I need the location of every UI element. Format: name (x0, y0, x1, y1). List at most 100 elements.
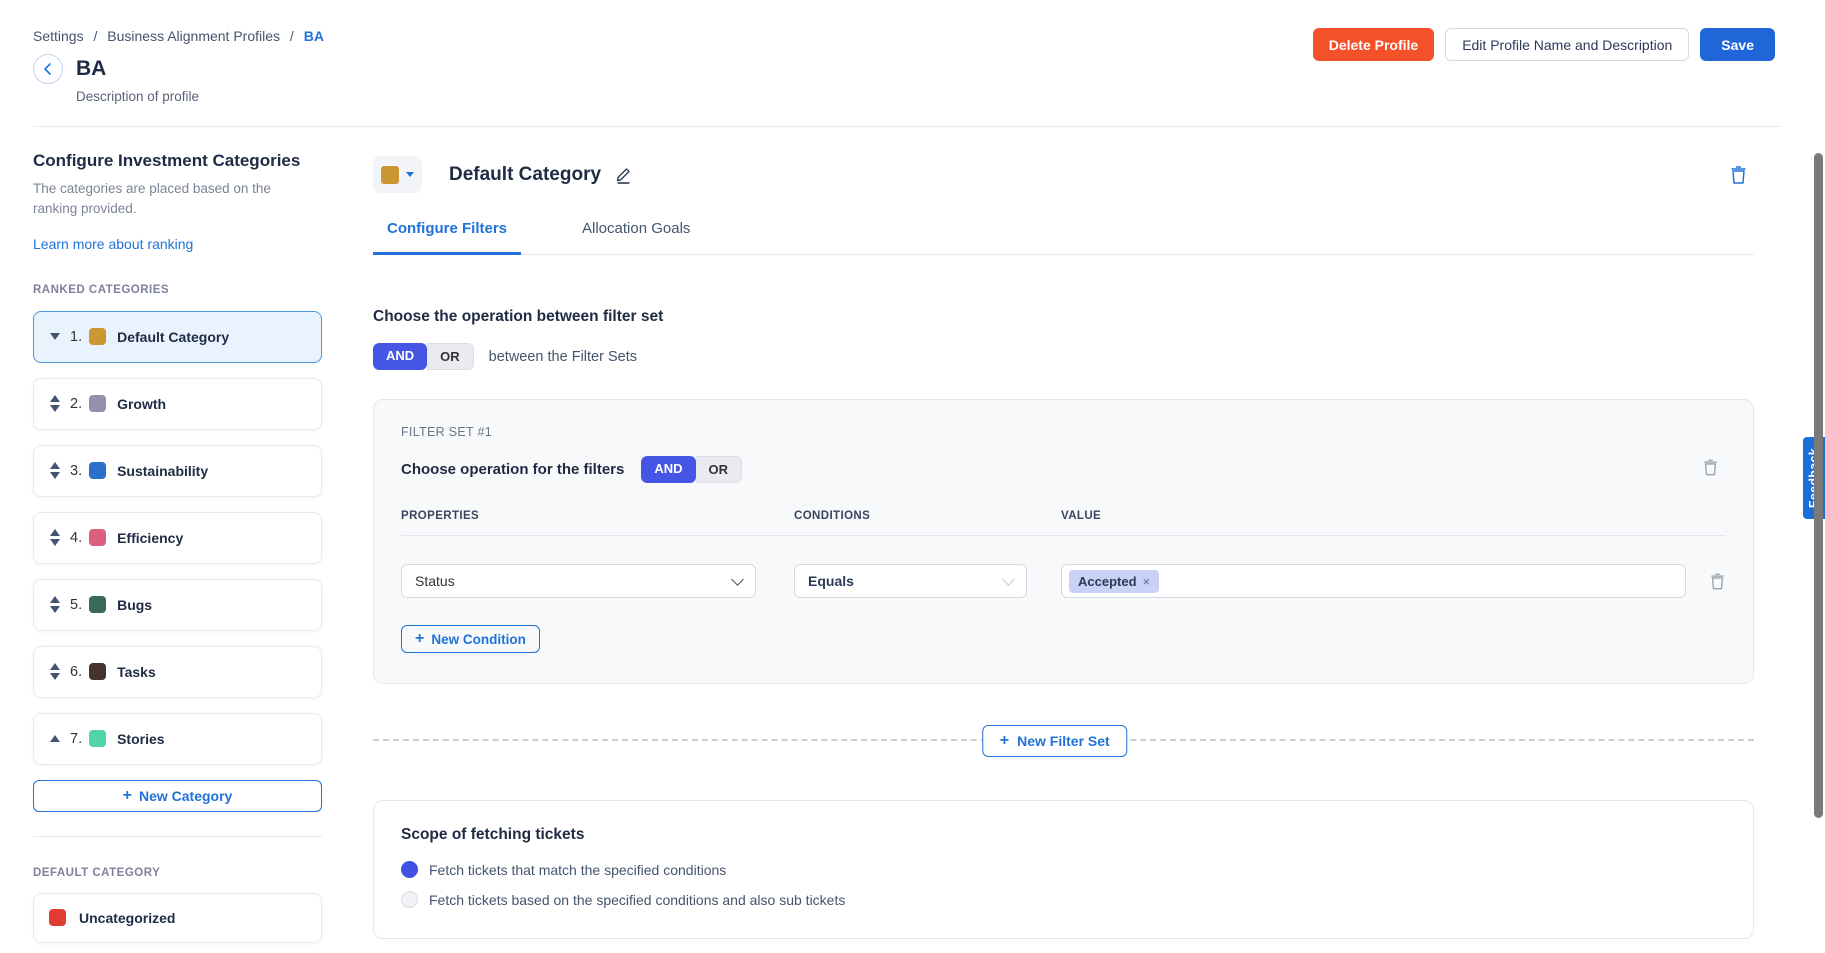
vertical-scrollbar[interactable] (1814, 153, 1823, 818)
category-item-sustainability[interactable]: 3. Sustainability (33, 445, 322, 497)
reorder-arrows (49, 596, 61, 613)
sidebar-divider (33, 836, 322, 837)
back-button[interactable] (33, 54, 63, 84)
category-name: Sustainability (117, 463, 208, 479)
filter-condition-row: Status Equals Accepted × (401, 564, 1726, 598)
category-name: Efficiency (117, 530, 183, 546)
move-down-icon[interactable] (50, 333, 60, 340)
scope-option-include-sub-tickets[interactable]: Fetch tickets based on the specified con… (401, 891, 1726, 908)
category-item-stories[interactable]: 7. Stories (33, 713, 322, 765)
category-color-swatch (89, 328, 106, 345)
move-up-icon[interactable] (50, 462, 60, 469)
and-toggle-option[interactable]: AND (373, 343, 427, 370)
category-rank: 3. (70, 463, 82, 479)
tab-allocation-goals[interactable]: Allocation Goals (568, 220, 704, 254)
delete-category-icon[interactable] (1729, 165, 1748, 185)
category-config-panel: Default Category Configure Filters Alloc… (373, 151, 1754, 943)
filters-and-or-toggle: AND OR (641, 456, 742, 483)
move-up-icon[interactable] (50, 735, 60, 742)
category-color-dropdown[interactable] (373, 156, 422, 193)
ranked-category-list: 1. Default Category 2. Growth 3. (33, 311, 322, 765)
remove-chip-icon[interactable]: × (1143, 574, 1151, 589)
category-item-default-category[interactable]: 1. Default Category (33, 311, 322, 363)
page-title: BA (76, 57, 106, 81)
category-color-swatch (89, 462, 106, 479)
scope-option-label: Fetch tickets that match the specified c… (429, 862, 726, 878)
breadcrumb-current[interactable]: BA (304, 28, 324, 44)
category-color-swatch (89, 529, 106, 546)
category-name: Growth (117, 396, 166, 412)
edit-category-name-icon[interactable] (614, 165, 633, 184)
or-toggle-option[interactable]: OR (427, 343, 474, 370)
category-item-tasks[interactable]: 6. Tasks (33, 646, 322, 698)
delete-filter-set-icon[interactable] (1702, 458, 1719, 477)
column-header-properties: PROPERTIES (401, 510, 794, 522)
column-header-value: VALUE (1061, 510, 1686, 522)
move-up-icon[interactable] (50, 596, 60, 603)
profile-description: Description of profile (76, 89, 1781, 104)
new-category-button[interactable]: + New Category (33, 780, 322, 812)
delete-profile-button[interactable]: Delete Profile (1313, 28, 1434, 61)
filter-set-operation-heading: Choose the operation between filter set (373, 308, 1754, 326)
category-rank: 5. (70, 597, 82, 613)
scope-option-match-conditions[interactable]: Fetch tickets that match the specified c… (401, 861, 1726, 878)
reorder-arrows (49, 333, 61, 340)
category-item-bugs[interactable]: 5. Bugs (33, 579, 322, 631)
filter-operation-heading: Choose operation for the filters (401, 461, 624, 478)
filter-column-headers: PROPERTIES CONDITIONS VALUE (401, 510, 1726, 536)
move-up-icon[interactable] (50, 395, 60, 402)
category-name: Stories (117, 731, 164, 747)
condition-select[interactable]: Equals (794, 564, 1027, 598)
category-color-swatch (89, 596, 106, 613)
reorder-arrows (49, 663, 61, 680)
new-condition-label: New Condition (431, 632, 526, 647)
property-select-value: Status (415, 573, 455, 589)
move-up-icon[interactable] (50, 529, 60, 536)
category-name: Uncategorized (79, 910, 175, 926)
breadcrumb-settings[interactable]: Settings (33, 28, 84, 44)
tab-configure-filters[interactable]: Configure Filters (373, 220, 521, 255)
category-item-efficiency[interactable]: 4. Efficiency (33, 512, 322, 564)
toggle-caption: between the Filter Sets (489, 349, 637, 365)
move-up-icon[interactable] (50, 663, 60, 670)
ranked-categories-label: RANKED CATEGORIES (33, 284, 322, 296)
category-color-swatch (89, 663, 106, 680)
move-down-icon[interactable] (50, 606, 60, 613)
plus-icon: + (415, 631, 424, 647)
move-down-icon[interactable] (50, 405, 60, 412)
category-item-uncategorized[interactable]: Uncategorized (33, 893, 322, 943)
filter-set-card: FILTER SET #1 Choose operation for the f… (373, 399, 1754, 684)
new-filter-set-button[interactable]: + New Filter Set (982, 725, 1128, 757)
chevron-down-icon (731, 573, 744, 586)
category-name: Tasks (117, 664, 156, 680)
chevron-down-icon (406, 172, 414, 177)
scope-card: Scope of fetching tickets Fetch tickets … (373, 800, 1754, 939)
move-down-icon[interactable] (50, 472, 60, 479)
category-color-swatch (49, 909, 66, 926)
edit-profile-button[interactable]: Edit Profile Name and Description (1445, 28, 1689, 61)
radio-selected-icon[interactable] (401, 861, 418, 878)
category-color-swatch (89, 395, 106, 412)
learn-more-link[interactable]: Learn more about ranking (33, 236, 193, 252)
column-header-conditions: CONDITIONS (794, 510, 1061, 522)
value-input[interactable]: Accepted × (1061, 564, 1686, 598)
radio-unselected-icon[interactable] (401, 891, 418, 908)
save-button[interactable]: Save (1700, 28, 1775, 61)
property-select[interactable]: Status (401, 564, 756, 598)
and-toggle-option[interactable]: AND (641, 456, 695, 483)
chevron-down-icon (1002, 573, 1015, 586)
category-rank: 4. (70, 530, 82, 546)
plus-icon: + (1000, 733, 1009, 749)
category-item-growth[interactable]: 2. Growth (33, 378, 322, 430)
move-down-icon[interactable] (50, 539, 60, 546)
delete-condition-icon[interactable] (1709, 572, 1726, 591)
new-condition-button[interactable]: + New Condition (401, 625, 540, 653)
category-color-swatch (89, 730, 106, 747)
plus-icon: + (123, 788, 132, 804)
move-down-icon[interactable] (50, 673, 60, 680)
breadcrumb-business-alignment-profiles[interactable]: Business Alignment Profiles (107, 28, 280, 44)
category-name: Bugs (117, 597, 152, 613)
reorder-arrows (49, 735, 61, 742)
breadcrumb-separator: / (290, 28, 294, 44)
or-toggle-option[interactable]: OR (696, 456, 743, 483)
